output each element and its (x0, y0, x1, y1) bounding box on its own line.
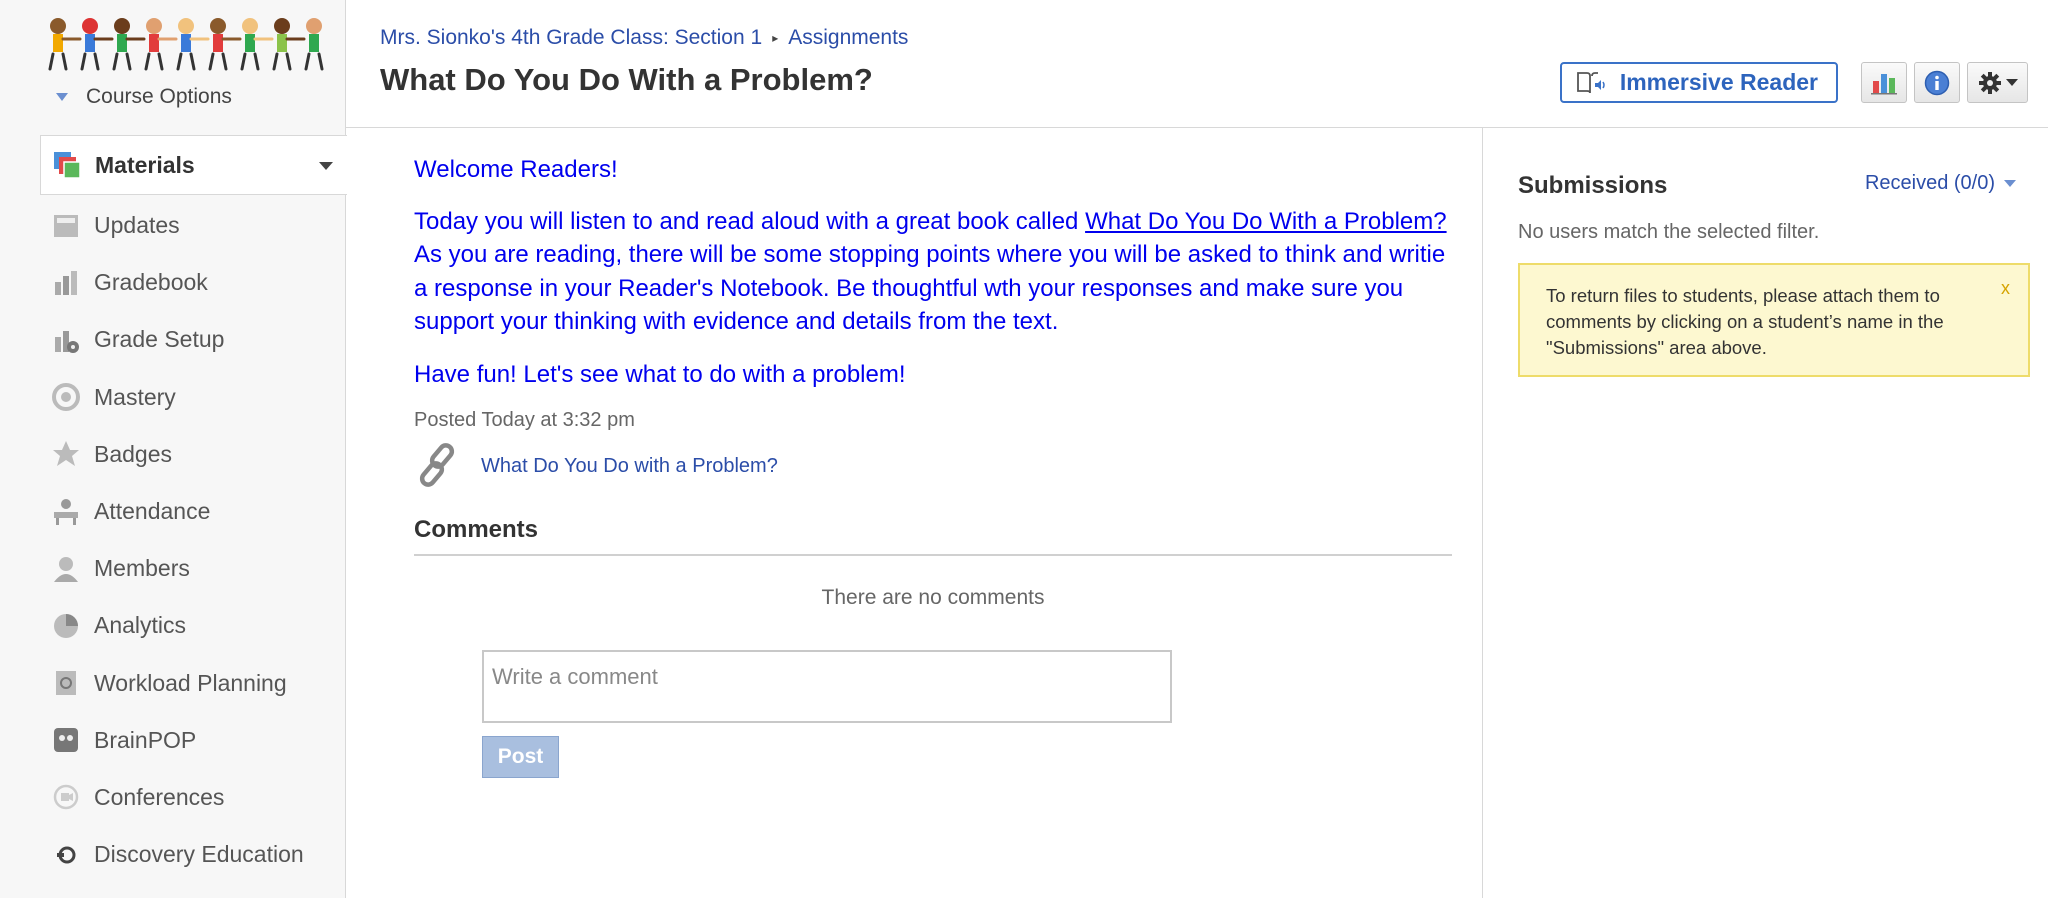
sidebar-item-label: BrainPOP (94, 726, 197, 753)
breadcrumb-assignments-link[interactable]: Assignments (788, 26, 908, 50)
conferences-icon (50, 781, 82, 813)
sidebar-item-label: Materials (95, 151, 195, 178)
sidebar-item-label: Mastery (94, 383, 176, 410)
page-title: What Do You Do With a Problem? (380, 62, 873, 97)
info-button[interactable] (1914, 62, 1960, 103)
sidebar-item-discovery-education[interactable]: Discovery Education (40, 826, 346, 883)
no-users-message: No users match the selected filter. (1518, 221, 1820, 243)
submissions-title: Submissions (1518, 172, 1668, 199)
workload-icon (50, 667, 82, 699)
sidebar-item-label: Grade Setup (94, 326, 225, 353)
analytics-icon (50, 610, 82, 642)
post-comment-button[interactable]: Post (482, 736, 559, 778)
assignment-content: Welcome Readers! Today you will listen t… (414, 128, 1452, 778)
materials-icon (51, 149, 83, 181)
sidebar-item-gradebook[interactable]: Gradebook (40, 254, 346, 311)
sidebar-item-members[interactable]: Members (40, 540, 346, 597)
brainpop-icon (50, 724, 82, 756)
breadcrumb-course-link[interactable]: Mrs. Sionko's 4th Grade Class: Section 1 (380, 26, 762, 50)
page-header: Mrs. Sionko's 4th Grade Class: Section 1… (346, 0, 2048, 128)
sidebar-item-grade-setup[interactable]: Grade Setup (40, 311, 346, 368)
gear-icon (1978, 71, 2001, 94)
welcome-text: Welcome Readers! (414, 156, 618, 183)
have-fun-text: Have fun! Let's see what to do with a pr… (414, 360, 906, 388)
attachment-link-row[interactable]: What Do You Do with a Problem? (414, 440, 1452, 492)
sidebar-item-analytics[interactable]: Analytics (40, 597, 346, 654)
sidebar-item-attendance[interactable]: Attendance (40, 483, 346, 540)
sidebar-item-materials[interactable]: Materials (40, 135, 347, 195)
chevron-down-icon (2005, 78, 2018, 86)
assignment-description: Today you will listen to and read aloud … (414, 205, 1452, 339)
submissions-filter-dropdown[interactable]: Received (0/0) (1865, 172, 2016, 195)
attachment-link[interactable]: What Do You Do with a Problem? (481, 455, 778, 478)
course-nav: Materials Updates Gradebook Grade Setup … (40, 135, 347, 883)
sidebar-item-label: Updates (94, 212, 180, 239)
no-comments-message: There are no comments (821, 586, 1045, 609)
breadcrumb-separator-icon: ▸ (772, 31, 779, 45)
comments-heading: Comments (414, 516, 1452, 556)
course-logo-kids-icon (48, 18, 324, 71)
immersive-reader-icon (1576, 70, 1606, 96)
sidebar-item-mastery[interactable]: Mastery (40, 369, 346, 426)
bar-chart-icon (1871, 73, 1897, 94)
close-icon[interactable]: x (2001, 275, 2010, 301)
sidebar-item-label: Workload Planning (94, 669, 287, 696)
sidebar-item-badges[interactable]: Badges (40, 426, 346, 483)
sidebar-item-updates[interactable]: Updates (40, 197, 346, 254)
caret-down-icon (56, 93, 68, 101)
description-text: As you are reading, there will be some s… (414, 241, 1446, 335)
submissions-panel: Submissions Received (0/0) No users matc… (1482, 128, 2048, 898)
grade-setup-icon (50, 324, 82, 356)
sidebar-item-label: Members (94, 555, 190, 582)
chevron-down-icon[interactable] (319, 162, 333, 170)
book-title-link[interactable]: What Do You Do With a Problem? (1085, 208, 1447, 235)
immersive-reader-label: Immersive Reader (1619, 69, 1818, 95)
info-icon (1924, 70, 1950, 95)
submissions-filter-label: Received (0/0) (1864, 172, 1995, 194)
notice-text: To return files to students, please atta… (1546, 285, 1944, 358)
sidebar-item-label: Analytics (94, 612, 187, 639)
toolbar: Immersive Reader (1559, 62, 2028, 103)
mastery-icon (50, 381, 82, 413)
posted-timestamp: Posted Today at 3:32 pm (414, 409, 635, 431)
sidebar-item-conferences[interactable]: Conferences (40, 769, 346, 826)
gradebook-icon (50, 267, 82, 299)
updates-icon (50, 210, 82, 242)
sidebar-item-label: Conferences (94, 783, 225, 810)
discovery-icon (50, 839, 82, 871)
comment-input[interactable] (482, 650, 1172, 723)
immersive-reader-button[interactable]: Immersive Reader (1559, 62, 1838, 103)
sidebar-item-label: Discovery Education (94, 841, 304, 868)
course-options-menu[interactable]: Course Options (56, 84, 232, 110)
sidebar-item-label: Gradebook (94, 269, 208, 296)
sidebar-item-label: Attendance (94, 498, 211, 525)
return-files-notice: To return files to students, please atta… (1518, 263, 2030, 377)
sidebar-item-workload-planning[interactable]: Workload Planning (40, 655, 346, 712)
sidebar: Course Options Materials Updates Gradebo… (0, 0, 347, 898)
sidebar-item-label: Badges (94, 440, 173, 467)
caret-down-icon (2004, 180, 2016, 187)
analytics-button[interactable] (1861, 62, 1907, 103)
settings-button[interactable] (1967, 62, 2028, 103)
course-options-label: Course Options (86, 85, 232, 108)
members-icon (50, 553, 82, 585)
sidebar-item-brainpop[interactable]: BrainPOP (40, 712, 346, 769)
link-chain-icon (414, 440, 466, 492)
description-text: Today you will listen to and read aloud … (414, 207, 1086, 235)
breadcrumb: Mrs. Sionko's 4th Grade Class: Section 1… (380, 26, 908, 50)
badges-icon (50, 438, 82, 470)
attendance-icon (50, 496, 82, 528)
